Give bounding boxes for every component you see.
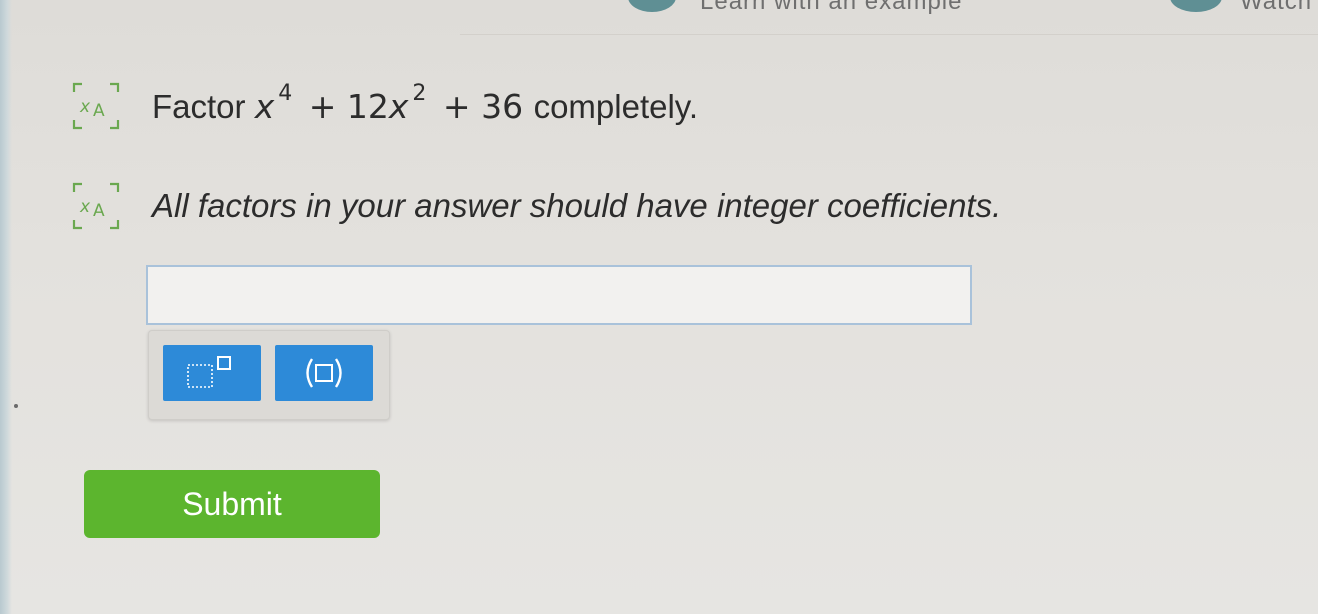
submit-button[interactable]: Submit (84, 470, 380, 538)
exponent-template-icon (187, 356, 231, 388)
term2-exponent: 2 (412, 80, 427, 106)
answer-input[interactable] (146, 265, 972, 325)
instruction-row: x A All factors in your answer should ha… (64, 178, 1001, 234)
svg-text:x: x (79, 197, 91, 217)
math-toolbar (148, 330, 390, 420)
plus-sign-2: + (442, 86, 471, 126)
svg-text:A: A (93, 101, 105, 121)
term2-coefficient: 12 (346, 86, 389, 126)
text-to-speech-icon[interactable]: x A (64, 78, 128, 134)
term3-constant: 36 (481, 86, 524, 126)
svg-text:x: x (79, 97, 91, 117)
term1-variable: x (254, 86, 275, 126)
top-bar: Learn with an example Watch (0, 0, 1318, 26)
parentheses-template-icon (306, 358, 342, 388)
svg-text:A: A (93, 201, 105, 221)
question-row: x A Factor x4 + 12x 2 + 36 completely. (64, 78, 698, 134)
watch-icon[interactable] (1170, 0, 1222, 12)
expression: x4 + 12x 2 + 36 (254, 81, 534, 126)
decorative-dot (14, 404, 18, 408)
plus-sign-1: + (308, 86, 337, 126)
text-to-speech-icon[interactable]: x A (64, 178, 128, 234)
divider (460, 34, 1318, 35)
instruction-text: All factors in your answer should have i… (152, 187, 1002, 224)
left-edge (0, 0, 12, 614)
question-suffix: completely. (533, 87, 699, 125)
parentheses-button[interactable] (275, 345, 373, 401)
question-text: Factor x4 + 12x 2 + 36 completely. (152, 81, 699, 126)
term2-variable: x (388, 86, 409, 126)
watch-link[interactable]: Watch (1240, 0, 1312, 16)
question-prefix: Factor (152, 87, 246, 125)
exponent-button[interactable] (163, 345, 261, 401)
learn-example-icon[interactable] (628, 0, 676, 12)
term1-exponent: 4 (278, 80, 293, 106)
learn-example-link[interactable]: Learn with an example (700, 0, 962, 16)
